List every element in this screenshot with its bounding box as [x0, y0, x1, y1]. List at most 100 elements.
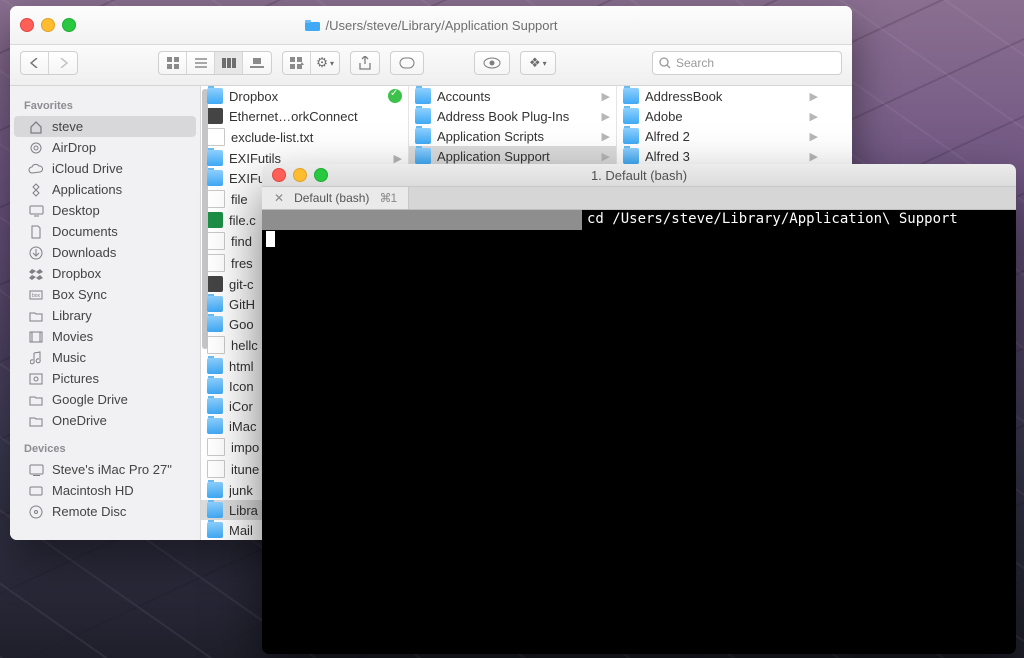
sidebar-item-label: Documents	[52, 224, 118, 239]
file-row[interactable]: Dropbox	[201, 86, 408, 106]
photo-icon	[28, 373, 44, 385]
column-view-button[interactable]	[215, 52, 243, 74]
minimize-icon[interactable]	[293, 168, 307, 182]
file-row[interactable]: AddressBook▶	[617, 86, 824, 106]
search-field[interactable]: Search	[652, 51, 842, 75]
sidebar-item-music[interactable]: Music	[14, 347, 196, 368]
coverflow-view-button[interactable]	[243, 52, 271, 74]
sidebar-item-onedrive[interactable]: OneDrive	[14, 410, 196, 431]
sidebar-item-label: AirDrop	[52, 140, 96, 155]
file-row[interactable]: exclude-list.txt	[201, 126, 408, 148]
sidebar-item-label: Desktop	[52, 203, 100, 218]
sidebar-item-icloud-drive[interactable]: iCloud Drive	[14, 158, 196, 179]
sidebar-item-steve[interactable]: steve	[14, 116, 196, 137]
terminal-tab-shortcut: ⌘1	[379, 191, 396, 205]
doc-icon	[28, 225, 44, 239]
quicklook-button[interactable]	[474, 51, 510, 75]
sidebar-header: Favorites	[10, 96, 200, 116]
finder-traffic-lights	[20, 18, 76, 32]
synced-badge-icon	[388, 89, 402, 103]
close-icon[interactable]	[20, 18, 34, 32]
close-tab-icon[interactable]: ✕	[274, 191, 284, 205]
apps-icon	[28, 183, 44, 197]
sidebar-item-remote-disc[interactable]: Remote Disc	[14, 501, 196, 522]
folder-icon	[207, 522, 223, 538]
sidebar-item-label: OneDrive	[52, 413, 107, 428]
share-button[interactable]	[350, 51, 380, 75]
folder-icon	[207, 88, 223, 104]
zoom-icon[interactable]	[314, 168, 328, 182]
sidebar-item-downloads[interactable]: Downloads	[14, 242, 196, 263]
sidebar-item-dropbox[interactable]: Dropbox	[14, 263, 196, 284]
folder-icon	[28, 310, 44, 322]
chevron-right-icon: ▶	[394, 152, 402, 165]
terminal-body[interactable]: cd /Users/steve/Library/Application\ Sup…	[262, 210, 1016, 654]
sidebar-item-desktop[interactable]: Desktop	[14, 200, 196, 221]
file-row[interactable]: Alfred 3▶	[617, 146, 824, 166]
sidebar-item-google-drive[interactable]: Google Drive	[14, 389, 196, 410]
file-row[interactable]: Address Book Plug-Ins▶	[409, 106, 616, 126]
folder-icon	[207, 358, 223, 374]
search-icon	[659, 57, 671, 69]
xl-icon	[207, 212, 223, 228]
sidebar-item-macintosh-hd[interactable]: Macintosh HD	[14, 480, 196, 501]
terminal-cursor	[266, 231, 275, 247]
movie-icon	[28, 331, 44, 343]
file-row[interactable]: Alfred 2▶	[617, 126, 824, 146]
sidebar-item-library[interactable]: Library	[14, 305, 196, 326]
close-icon[interactable]	[272, 168, 286, 182]
file-name: Application Support	[437, 149, 596, 164]
finder-titlebar[interactable]: /Users/steve/Library/Application Support	[10, 6, 852, 45]
arrange-button[interactable]	[283, 52, 311, 74]
chevron-right-icon: ▶	[810, 110, 818, 123]
file-row[interactable]: Accounts▶	[409, 86, 616, 106]
zoom-icon[interactable]	[62, 18, 76, 32]
list-view-button[interactable]	[187, 52, 215, 74]
terminal-tabbar: ✕ Default (bash) ⌘1	[262, 187, 1016, 210]
sidebar-item-documents[interactable]: Documents	[14, 221, 196, 242]
sidebar-item-steve-s-imac-pro-27-[interactable]: Steve's iMac Pro 27"	[14, 459, 196, 480]
sidebar: Favoritessteve AirDrop iCloud DriveApplica…	[10, 86, 201, 540]
terminal-tab[interactable]: ✕ Default (bash) ⌘1	[262, 187, 409, 209]
folder-icon	[623, 108, 639, 124]
sidebar-item-movies[interactable]: Movies	[14, 326, 196, 347]
tags-button[interactable]	[390, 51, 424, 75]
file-row[interactable]: Adobe▶	[617, 106, 824, 126]
share-icon	[359, 56, 371, 70]
disc-icon	[28, 505, 44, 519]
back-button[interactable]	[21, 52, 49, 74]
sidebar-item-applications[interactable]: Applications	[14, 179, 196, 200]
icon-view-button[interactable]	[159, 52, 187, 74]
chevron-down-icon: ▾	[330, 59, 334, 68]
folder-icon	[305, 19, 320, 31]
box-icon: box	[28, 290, 44, 300]
dropbox-icon	[28, 268, 44, 280]
dropbox-icon: ❖	[529, 55, 541, 71]
prompt-selection-highlight	[262, 210, 582, 230]
sidebar-item-label: Library	[52, 308, 92, 323]
dropbox-button[interactable]: ❖▾	[520, 51, 556, 75]
file-name: Dropbox	[229, 89, 382, 104]
file-row[interactable]: Ethernet…orkConnect	[201, 106, 408, 126]
minimize-icon[interactable]	[41, 18, 55, 32]
sidebar-item-airdrop[interactable]: AirDrop	[14, 137, 196, 158]
file-name: Ethernet…orkConnect	[229, 109, 402, 124]
action-button[interactable]: ⚙︎▾	[311, 52, 339, 74]
folder-icon	[415, 108, 431, 124]
file-row[interactable]: Application Scripts▶	[409, 126, 616, 146]
sidebar-item-pictures[interactable]: Pictures	[14, 368, 196, 389]
terminal-tab-label: Default (bash)	[294, 191, 369, 205]
svg-text:box: box	[32, 293, 41, 299]
terminal-titlebar[interactable]: 1. Default (bash)	[262, 164, 1016, 187]
forward-button[interactable]	[49, 52, 77, 74]
sidebar-item-box-sync[interactable]: boxBox Sync	[14, 284, 196, 305]
folder-icon	[207, 296, 223, 312]
file-row[interactable]: Application Support▶	[409, 146, 616, 166]
tag-icon	[399, 57, 415, 69]
terminal-title: 1. Default (bash)	[262, 168, 1016, 183]
folder-icon	[415, 88, 431, 104]
folder-icon	[623, 148, 639, 164]
sidebar-item-label: Google Drive	[52, 392, 128, 407]
terminal-command-text: cd /Users/steve/Library/Application\ Sup…	[587, 211, 958, 227]
file-name: AddressBook	[645, 89, 804, 104]
